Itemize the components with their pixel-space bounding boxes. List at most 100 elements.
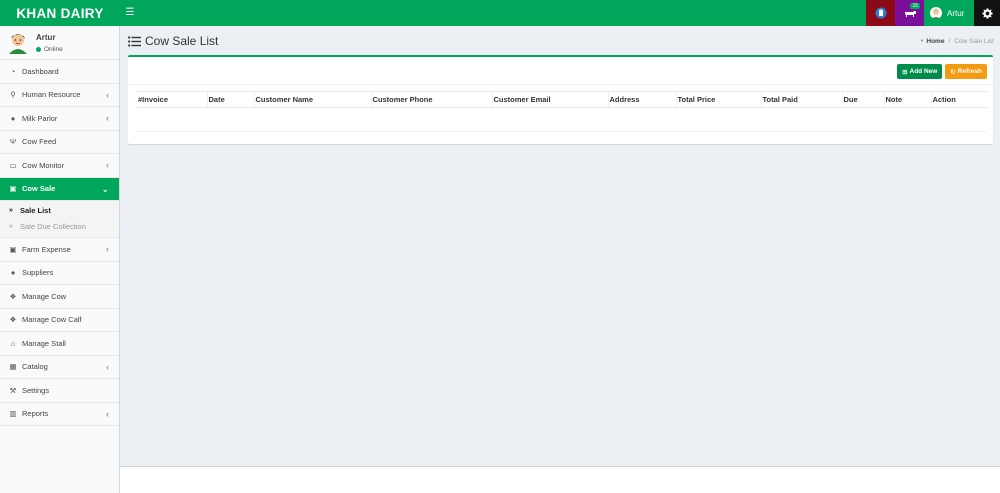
refresh-label: Refresh	[957, 68, 982, 75]
paw-icon: ❖	[9, 315, 17, 325]
sidebar-item-dashboard[interactable]: ◔ Dashboard	[0, 60, 119, 84]
sidebar-item-label: Human Resource	[22, 90, 81, 100]
sidebar-item-manage-cow-calf[interactable]: ❖ Manage Cow Calf	[0, 309, 119, 332]
top-navbar: KHAN DAIRY ☰ 15 Artur	[0, 0, 1000, 26]
box-divider	[128, 84, 993, 85]
notification-badge: 15	[910, 3, 920, 9]
sidebar-item-label: Settings	[22, 385, 50, 395]
breadcrumb-current: Cow Sale List	[954, 38, 994, 45]
sidebar-item-settings[interactable]: ⚒ Settings	[0, 379, 119, 403]
chevron-left-icon: ‹	[106, 408, 109, 419]
page-title: Cow Sale List	[128, 34, 218, 48]
grid-icon: ▦	[9, 362, 17, 372]
chevron-down-icon: ⌄	[101, 183, 109, 194]
sidebar-item-manage-stall[interactable]: ⌂ Manage Stall	[0, 332, 119, 356]
sidebar-subitem-sale-due-collection[interactable]: » Sale Due Collection	[0, 219, 119, 235]
user-icon: ⚲	[10, 90, 16, 100]
sidebar-item-farm-expense[interactable]: ▣ Farm Expense ‹	[0, 238, 119, 262]
breadcrumb-separator: /	[948, 38, 951, 45]
column-header-date[interactable]: Date	[206, 91, 254, 108]
column-header-note[interactable]: Note	[883, 91, 931, 108]
sidebar: Artur Online ◔ Dashboard ⚲ Human Resourc…	[0, 26, 120, 493]
column-header-due[interactable]: Due	[841, 91, 884, 108]
sidebar-item-cow-feed[interactable]: Ψ Cow Feed	[0, 131, 119, 154]
wrench-icon: ⚒	[9, 385, 17, 395]
nav-settings-button[interactable]	[974, 0, 1000, 26]
sidebar-item-label: Farm Expense	[22, 244, 71, 254]
drop-icon: ●	[10, 113, 16, 123]
paw-icon: ❖	[9, 291, 17, 301]
breadcrumb-home-label: Home	[926, 38, 945, 45]
column-header-total-price[interactable]: Total Price	[675, 91, 761, 108]
dashboard-icon: ◔	[10, 66, 16, 76]
double-chevron-right-icon: »	[9, 207, 13, 215]
money-icon: ▣	[9, 184, 17, 194]
sidebar-item-label: Cow Feed	[22, 137, 57, 147]
sidebar-item-human-resource[interactable]: ⚲ Human Resource ‹	[0, 84, 119, 107]
sidebar-item-label: Reports	[22, 409, 49, 419]
chevron-left-icon: ‹	[106, 361, 109, 372]
sidebar-item-cow-sale[interactable]: ▣ Cow Sale ⌄	[0, 177, 119, 201]
nav-cow-notification-button[interactable]: 15	[895, 0, 924, 26]
sidebar-item-catalog[interactable]: ▦ Catalog ‹	[0, 356, 119, 379]
column-header-action: Action	[930, 91, 987, 108]
sidebar-user-name: Artur	[36, 33, 56, 42]
breadcrumb-home[interactable]: ◔ Home	[919, 38, 944, 45]
chevron-left-icon: ‹	[106, 113, 109, 123]
double-chevron-right-icon: »	[9, 222, 13, 230]
content-header: Cow Sale List ◔ Home / Cow Sale List	[128, 34, 994, 50]
cow-sale-submenu: » Sale List » Sale Due Collection	[0, 201, 119, 238]
sidebar-user-panel: Artur Online	[0, 26, 119, 60]
bar-chart-icon: ▥	[9, 409, 17, 419]
monitor-icon: ▭	[9, 160, 17, 170]
column-header-customer-email[interactable]: Customer Email	[491, 91, 608, 108]
refresh-icon: ↻	[950, 68, 956, 76]
sidebar-item-label: Cow Sale	[22, 184, 56, 194]
add-new-label: Add New	[909, 68, 938, 75]
sidebar-item-label: Cow Monitor	[22, 160, 65, 170]
sidebar-item-label: Manage Cow	[22, 291, 67, 301]
sidebar-item-suppliers[interactable]: ● Suppliers	[0, 262, 119, 285]
column-header-address[interactable]: Address	[607, 91, 676, 108]
sidebar-toggle-icon[interactable]: ☰	[124, 7, 136, 19]
table-header-row: #Invoice Date Customer Name Customer Pho…	[137, 91, 987, 108]
column-header-customer-name[interactable]: Customer Name	[253, 91, 371, 108]
column-header-customer-phone[interactable]: Customer Phone	[370, 91, 492, 108]
chevron-left-icon: ‹	[106, 244, 109, 254]
nav-user-menu[interactable]: Artur	[924, 0, 974, 26]
cow-icon	[904, 10, 916, 17]
app-logo[interactable]: KHAN DAIRY	[0, 0, 120, 26]
money-icon: ▣	[9, 244, 17, 254]
sidebar-user-status: Online	[36, 46, 63, 53]
sidebar-item-label: Dashboard	[22, 66, 59, 76]
refresh-button[interactable]: ↻ Refresh	[945, 64, 987, 79]
page-title-text: Cow Sale List	[145, 34, 219, 48]
nav-user-name: Artur	[947, 8, 965, 18]
column-header-total-paid[interactable]: Total Paid	[760, 91, 842, 108]
sidebar-item-label: Catalog	[22, 362, 48, 372]
sidebar-item-cow-monitor[interactable]: ▭ Cow Monitor ‹	[0, 154, 119, 178]
avatar	[930, 7, 942, 19]
add-new-button[interactable]: ⊞ Add New	[897, 64, 943, 79]
home-icon: ⌂	[10, 338, 16, 348]
page-footer	[120, 466, 1000, 493]
sidebar-subitem-sale-list[interactable]: » Sale List	[0, 203, 119, 219]
table-empty-row	[137, 107, 987, 132]
sidebar-item-manage-cow[interactable]: ❖ Manage Cow	[0, 285, 119, 309]
sidebar-item-milk-parlor[interactable]: ● Milk Parlor ‹	[0, 107, 119, 131]
chevron-left-icon: ‹	[106, 89, 109, 100]
cow-sale-list-box: ⊞ Add New ↻ Refresh #Invoice Date Custom…	[128, 55, 993, 144]
list-icon	[128, 35, 141, 47]
sidebar-item-label: Milk Parlor	[22, 113, 58, 123]
column-header-invoice[interactable]: #Invoice	[137, 91, 207, 108]
sidebar-subitem-label: Sale Due Collection	[20, 221, 86, 231]
online-dot-icon	[36, 47, 41, 52]
gear-icon	[981, 7, 993, 19]
plus-square-icon: ⊞	[902, 68, 908, 76]
nav-clipboard-button[interactable]	[866, 0, 895, 26]
cutlery-icon: Ψ	[9, 137, 17, 147]
dashboard-icon: ◔	[919, 38, 924, 45]
sidebar-item-reports[interactable]: ▥ Reports ‹	[0, 403, 119, 426]
clipboard-icon	[875, 7, 886, 19]
breadcrumb: ◔ Home / Cow Sale List	[919, 38, 994, 45]
